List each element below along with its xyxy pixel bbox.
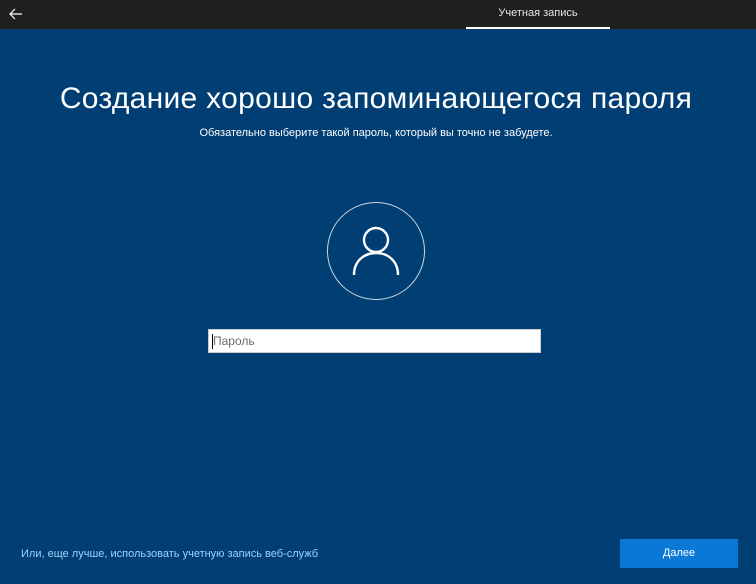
avatar [327, 202, 425, 300]
user-icon [352, 226, 400, 276]
text-caret [212, 334, 213, 349]
password-field[interactable] [208, 329, 541, 353]
top-bar: Учетная запись [0, 0, 756, 29]
use-web-account-link[interactable]: Или, еще лучше, использовать учетную зап… [21, 548, 318, 560]
page-title: Создание хорошо запоминающегося пароля [59, 82, 693, 115]
back-button[interactable] [4, 2, 28, 26]
arrow-left-icon [9, 8, 22, 20]
tab-account[interactable]: Учетная запись [466, 0, 610, 29]
tab-active-indicator [466, 27, 610, 29]
tab-account-label: Учетная запись [498, 7, 578, 19]
next-button[interactable]: Далее [620, 539, 738, 568]
oobe-screen: Учетная запись Создание хорошо запоминаю… [0, 0, 756, 584]
password-input[interactable] [209, 330, 540, 352]
page-subtitle: Обязательно выберите такой пароль, котор… [199, 127, 553, 139]
